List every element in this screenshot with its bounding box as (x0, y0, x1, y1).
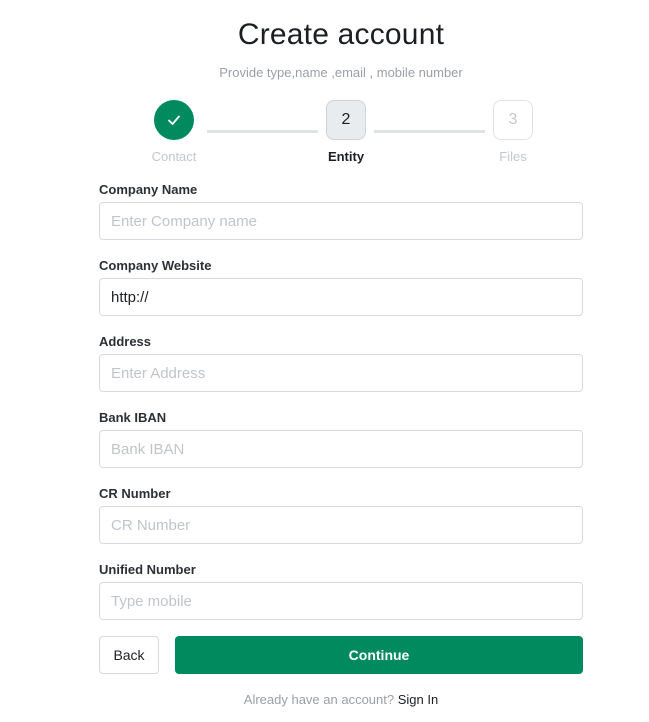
company-name-input[interactable] (99, 202, 583, 240)
cr-number-label: CR Number (99, 486, 171, 501)
signin-prompt: Already have an account? Sign In (0, 692, 649, 707)
step-files-indicator[interactable]: 3 (493, 100, 533, 140)
company-website-label: Company Website (99, 258, 212, 273)
signin-link[interactable]: Sign In (398, 692, 438, 707)
step-files-label: Files (499, 149, 527, 164)
address-input[interactable] (99, 354, 583, 392)
stepper-connector-2 (374, 130, 485, 133)
unified-number-input[interactable] (99, 582, 583, 620)
cr-number-input[interactable] (99, 506, 583, 544)
unified-number-label: Unified Number (99, 562, 196, 577)
step-entity-label: Entity (327, 149, 365, 164)
company-name-label: Company Name (99, 182, 198, 197)
bank-iban-input[interactable] (99, 430, 583, 468)
continue-button[interactable]: Continue (175, 636, 583, 674)
step-contact-indicator[interactable] (154, 100, 194, 140)
page-title: Create account (237, 18, 445, 51)
signin-prompt-text: Already have an account? (243, 692, 395, 707)
create-account-page: Create account Provide type,name ,email … (0, 0, 649, 722)
step-contact-label: Contact (151, 149, 197, 164)
step-entity-indicator[interactable]: 2 (326, 100, 366, 140)
company-website-input[interactable] (99, 278, 583, 316)
bank-iban-label: Bank IBAN (99, 410, 167, 425)
page-subtitle: Provide type,name ,email , mobile number (219, 65, 463, 80)
check-icon (168, 115, 180, 125)
back-button[interactable]: Back (99, 636, 159, 674)
stepper-connector-1 (207, 130, 318, 133)
address-label: Address (99, 334, 152, 349)
